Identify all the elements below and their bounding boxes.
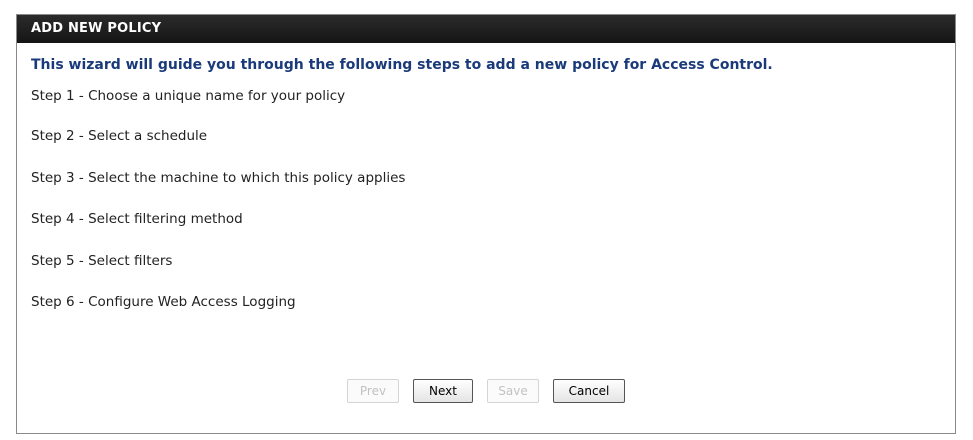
steps-list: Step 1 - Choose a unique name for your p… [17,77,955,324]
step-1-text: Step 1 - Choose a unique name for your p… [31,88,346,104]
step-2-text: Step 2 - Select a schedule [31,128,208,144]
step-3-text: Step 3 - Select the machine to which thi… [31,169,406,186]
panel-title: ADD NEW POLICY [17,15,955,43]
step-6-text: Step 6 - Configure Web Access Logging [31,294,296,310]
cancel-button[interactable]: Cancel [553,379,625,403]
wizard-intro-text: This wizard will guide you through the f… [31,57,773,73]
step-4-text: Step 4 - Select filtering method [31,211,243,227]
save-button[interactable]: Save [487,379,539,403]
prev-button[interactable]: Prev [347,379,399,403]
add-new-policy-panel: ADD NEW POLICY This wizard will guide yo… [16,14,956,434]
step-5-text: Step 5 - Select filters [31,252,173,269]
wizard-button-bar: Prev Next Save Cancel [17,379,955,403]
next-button[interactable]: Next [413,379,473,403]
